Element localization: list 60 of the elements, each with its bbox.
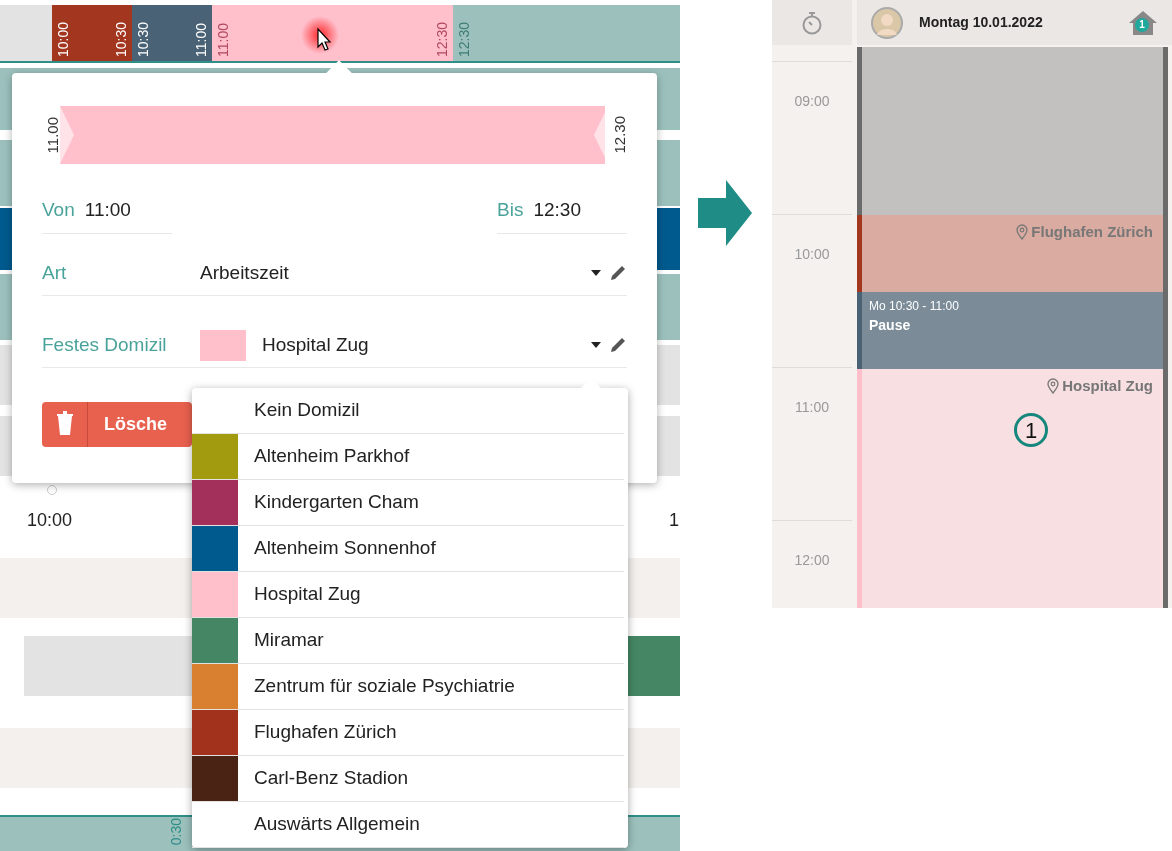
event-time: Mo 10:30 - 11:00 (868, 298, 960, 315)
location-pin-icon (1047, 378, 1060, 395)
time-label: 1 (669, 509, 679, 532)
option-label: Auswärts Allgemein (254, 812, 420, 837)
time-label: 10:30 (114, 20, 128, 57)
option-label: Flughafen Zürich (254, 720, 397, 745)
dropdown-option[interactable]: Auswärts Allgemein (192, 802, 624, 848)
timeline-segment[interactable]: 11:00 12:30 (212, 5, 453, 61)
field-label: Bis (497, 198, 524, 222)
time-label: 12:30 (435, 20, 449, 57)
option-label: Zentrum für soziale Psychiatrie (254, 674, 515, 699)
dropdown-option[interactable]: Altenheim Sonnenhof (192, 526, 624, 572)
option-label: Altenheim Parkhof (254, 444, 410, 469)
option-label: Hospital Zug (254, 582, 361, 607)
date-label: Montag 10.01.2022 (919, 13, 1043, 32)
location-label: Hospital Zug (1062, 376, 1153, 396)
time-label: 10:00 (27, 509, 73, 532)
arrow-icon (698, 180, 752, 246)
hour-label: 09:00 (794, 93, 830, 109)
pencil-icon[interactable] (609, 336, 627, 354)
pointer-icon (300, 15, 340, 55)
time-label: 12.30 (610, 116, 627, 154)
time-label: 10:30 (136, 20, 150, 57)
dropdown-option[interactable]: Kindergarten Cham (192, 480, 624, 526)
dropdown-option[interactable]: Flughafen Zürich (192, 710, 624, 756)
dropdown-option[interactable]: Kein Domizil (192, 388, 624, 434)
avatar-icon (871, 6, 903, 39)
option-label: Carl-Benz Stadion (254, 766, 409, 791)
time-field[interactable]: 12:30 (533, 196, 616, 225)
field-label: Festes Domizil (42, 332, 168, 357)
time-field[interactable]: 11:00 (84, 196, 169, 225)
dropdown-option[interactable]: Hospital Zug (192, 572, 624, 618)
dropdown-option[interactable]: Zentrum für soziale Psychiatrie (192, 664, 624, 710)
time-label: 11:00 (216, 22, 230, 57)
type-dropdown[interactable]: Arbeitszeit (200, 251, 601, 295)
timeline-segment[interactable]: 10:00 10:30 (52, 5, 132, 61)
hour-label: 12:00 (794, 552, 830, 568)
option-label: Altenheim Sonnenhof (254, 536, 436, 561)
pencil-icon[interactable] (609, 264, 627, 282)
field-label: Von (42, 198, 75, 222)
option-label: Miramar (254, 628, 324, 653)
time-label: 12:30 (457, 20, 471, 57)
time-label: 11:00 (194, 22, 208, 57)
location-pin-icon (1016, 224, 1029, 241)
domicile-dropdown[interactable]: Hospital Zug (262, 323, 601, 367)
location-label: Flughafen Zürich (1031, 222, 1153, 242)
field-label: Art (42, 260, 68, 285)
time-label: 0:30 (167, 818, 185, 846)
hour-label: 11:00 (795, 399, 829, 415)
dropdown-option[interactable]: Altenheim Parkhof (192, 434, 624, 480)
option-label: Kein Domizil (254, 398, 360, 423)
dropdown-option[interactable]: Carl-Benz Stadion (192, 756, 624, 802)
timeline-segment[interactable]: 10:30 11:00 (132, 5, 212, 61)
time-label: 11.00 (43, 116, 60, 154)
dropdown-option[interactable]: Miramar (192, 618, 624, 664)
option-label: Kindergarten Cham (254, 490, 419, 515)
hour-label: 10:00 (794, 246, 830, 262)
event-title: Pause (868, 316, 912, 335)
caret-icon[interactable] (591, 342, 601, 348)
time-label: 10:00 (56, 20, 70, 57)
